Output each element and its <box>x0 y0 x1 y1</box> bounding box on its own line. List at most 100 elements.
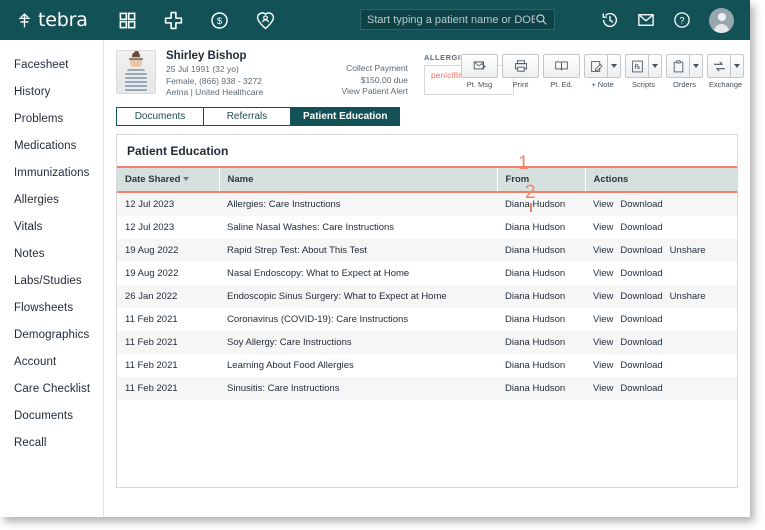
action-link-download[interactable]: Download <box>620 222 662 233</box>
table-row[interactable]: 11 Feb 2021 Coronavirus (COVID-19): Care … <box>117 308 737 331</box>
action-link-view[interactable]: View <box>593 222 613 233</box>
sidebar-item-vitals[interactable]: Vitals <box>0 213 103 240</box>
column-header-date-shared[interactable]: Date Shared <box>117 166 220 193</box>
patient-education-card: Patient Education Date Shared Name From … <box>116 134 738 488</box>
cell-from: Diana Hudson <box>505 337 566 348</box>
action-link-download[interactable]: Download <box>620 337 662 348</box>
cell-actions: View Download <box>585 354 737 377</box>
toolbar-button-pt-msg[interactable]: Pt. Msg <box>461 54 498 89</box>
history-clock-icon[interactable] <box>601 11 619 29</box>
sidebar-item-immunizations[interactable]: Immunizations <box>0 159 103 186</box>
sidebar-item-history[interactable]: History <box>0 78 103 105</box>
chevron-down-icon-note[interactable] <box>608 54 621 78</box>
patient-locator-icon[interactable] <box>256 11 275 30</box>
section-tabs: Documents Referrals Patient Education <box>116 107 750 126</box>
sidebar-item-demographics[interactable]: Demographics <box>0 321 103 348</box>
cell-name: Learning About Food Allergies <box>227 360 354 371</box>
action-link-download[interactable]: Download <box>620 291 662 302</box>
action-link-view[interactable]: View <box>593 337 613 348</box>
sidebar-item-care-checklist[interactable]: Care Checklist <box>0 375 103 402</box>
chevron-down-icon-orders[interactable] <box>690 54 703 78</box>
tebra-logo[interactable]: tebra <box>0 9 96 31</box>
patient-sex-phone: Female, (866) 938 - 3272 <box>166 75 262 86</box>
patient-payment-links: Collect Payment $150.00 due View Patient… <box>316 63 408 96</box>
action-link-view[interactable]: View <box>593 383 613 394</box>
toolbar-label-scripts: Scripts <box>632 80 655 89</box>
action-link-download[interactable]: Download <box>620 268 662 279</box>
chevron-down-icon-scripts[interactable] <box>649 54 662 78</box>
tab-documents[interactable]: Documents <box>116 107 204 126</box>
patient-search-box[interactable] <box>360 9 555 30</box>
sidebar-item-recall[interactable]: Recall <box>0 429 103 456</box>
sidebar-item-labs-studies[interactable]: Labs/Studies <box>0 267 103 294</box>
plus-icon[interactable] <box>164 11 183 30</box>
column-header-name[interactable]: Name <box>219 166 498 193</box>
table-row[interactable]: 11 Feb 2021 Soy Allergy: Care Instruction… <box>117 331 737 354</box>
action-link-view[interactable]: View <box>593 314 613 325</box>
envelope-icon[interactable] <box>637 11 655 29</box>
cell-date-shared: 19 Aug 2022 <box>125 268 179 279</box>
toolbar-button-note[interactable]: + Note <box>584 54 621 89</box>
help-question-icon[interactable]: ? <box>673 11 691 29</box>
note-pencil-icon[interactable] <box>584 54 608 78</box>
user-avatar-button[interactable] <box>709 7 734 33</box>
toolbar-button-exchange[interactable]: Exchange <box>707 54 744 89</box>
table-row[interactable]: 12 Jul 2023 Saline Nasal Washes: Care Ins… <box>117 216 737 239</box>
action-link-download[interactable]: Download <box>620 383 662 394</box>
collect-payment-link[interactable]: Collect Payment <box>316 63 408 75</box>
grid-icon[interactable] <box>118 11 137 30</box>
exchange-arrows-icon[interactable] <box>707 54 731 78</box>
tab-patient-education[interactable]: Patient Education <box>290 107 401 126</box>
action-link-download[interactable]: Download <box>620 360 662 371</box>
cell-name: Endoscopic Sinus Surgery: What to Expect… <box>227 291 447 302</box>
action-link-download[interactable]: Download <box>620 199 662 210</box>
action-link-view[interactable]: View <box>593 291 613 302</box>
annotation-marker-1: 1 <box>518 153 529 174</box>
table-row[interactable]: 11 Feb 2021 Sinusitis: Care Instructions D… <box>117 377 737 400</box>
action-link-unshare[interactable]: Unshare <box>670 245 706 256</box>
svg-text:?: ? <box>679 15 684 25</box>
action-link-view[interactable]: View <box>593 199 613 210</box>
search-input[interactable] <box>367 13 535 26</box>
tebra-logo-text: tebra <box>38 9 88 31</box>
action-link-view[interactable]: View <box>593 360 613 371</box>
sidebar-item-documents[interactable]: Documents <box>0 402 103 429</box>
table-row[interactable]: 19 Aug 2022 Rapid Strep Test: About This … <box>117 239 737 262</box>
toolbar-button-print[interactable]: Print <box>502 54 539 89</box>
dollar-circle-icon[interactable]: $ <box>210 11 229 30</box>
table-row[interactable]: 26 Jan 2022 Endoscopic Sinus Surgery: Wha… <box>117 285 737 308</box>
search-icon[interactable] <box>535 13 548 26</box>
sort-descending-icon[interactable] <box>183 177 190 182</box>
toolbar-label-note: + Note <box>591 80 614 89</box>
clipboard-icon[interactable] <box>666 54 690 78</box>
patient-toolbar: Pt. Msg Print Pt. Ed. + Note ℞ Scripts O… <box>461 54 744 89</box>
action-link-view[interactable]: View <box>593 245 613 256</box>
column-header-actions[interactable]: Actions <box>585 166 737 193</box>
card-title: Patient Education <box>127 144 229 158</box>
view-patient-alert-link[interactable]: View Patient Alert <box>316 86 408 98</box>
annotation-leader-line-2 <box>530 203 532 212</box>
top-navigation-bar: tebra $ Start typing a patient name or D… <box>0 0 750 40</box>
action-link-download[interactable]: Download <box>620 245 662 256</box>
table-row[interactable]: 11 Feb 2021 Learning About Food Allergies… <box>117 354 737 377</box>
action-link-unshare[interactable]: Unshare <box>670 291 706 302</box>
sidebar-item-facesheet[interactable]: Facesheet <box>0 51 103 78</box>
toolbar-button-scripts[interactable]: ℞ Scripts <box>625 54 662 89</box>
sidebar-item-problems[interactable]: Problems <box>0 105 103 132</box>
table-row[interactable]: 12 Jul 2023 Allergies: Care Instructions D… <box>117 192 737 216</box>
column-label-date-shared: Date Shared <box>125 174 181 185</box>
prescription-rx-icon[interactable]: ℞ <box>625 54 649 78</box>
sidebar-item-notes[interactable]: Notes <box>0 240 103 267</box>
chevron-down-icon-exchange[interactable] <box>731 54 744 78</box>
sidebar-item-flowsheets[interactable]: Flowsheets <box>0 294 103 321</box>
toolbar-button-pt-ed[interactable]: Pt. Ed. <box>543 54 580 89</box>
sidebar-item-account[interactable]: Account <box>0 348 103 375</box>
toolbar-button-orders[interactable]: Orders <box>666 54 703 89</box>
column-header-from[interactable]: From <box>497 166 586 193</box>
tab-referrals[interactable]: Referrals <box>203 107 291 126</box>
table-row[interactable]: 19 Aug 2022 Nasal Endoscopy: What to Expe… <box>117 262 737 285</box>
action-link-download[interactable]: Download <box>620 314 662 325</box>
action-link-view[interactable]: View <box>593 268 613 279</box>
sidebar-item-allergies[interactable]: Allergies <box>0 186 103 213</box>
sidebar-item-medications[interactable]: Medications <box>0 132 103 159</box>
